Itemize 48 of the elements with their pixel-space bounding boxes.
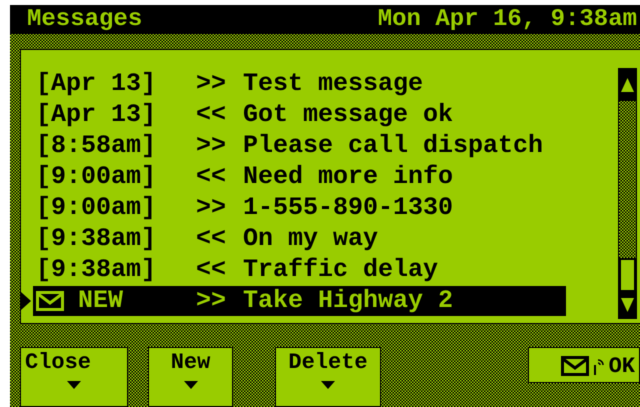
caret-icon bbox=[67, 381, 81, 389]
caret-icon bbox=[321, 381, 335, 389]
message-row[interactable]: [9:38am] << On my way bbox=[33, 224, 566, 254]
scroll-down-icon[interactable] bbox=[621, 298, 634, 312]
signal-icon bbox=[592, 357, 605, 375]
direction-marker: >> bbox=[196, 131, 228, 160]
direction-marker: << bbox=[196, 224, 228, 254]
message-row[interactable]: [Apr 13] << Got message ok bbox=[33, 100, 566, 130]
message-text: Take Highway 2 bbox=[243, 286, 454, 316]
ok-button[interactable]: OK bbox=[528, 347, 640, 383]
message-time: [9:00am] bbox=[36, 162, 156, 192]
direction-marker: >> bbox=[196, 69, 228, 98]
scrollbar[interactable] bbox=[618, 68, 637, 319]
message-text: Traffic delay bbox=[243, 255, 438, 284]
message-row[interactable]: [Apr 13] >> Test message bbox=[33, 68, 566, 99]
message-time: [9:38am] bbox=[36, 255, 156, 284]
window-title: Messages bbox=[27, 6, 142, 34]
message-text: Please call dispatch bbox=[243, 131, 544, 160]
message-time: [9:00am] bbox=[36, 193, 156, 222]
direction-marker: << bbox=[196, 162, 228, 192]
message-row[interactable]: [9:38am] << Traffic delay bbox=[33, 254, 566, 285]
message-row[interactable]: NEW >> Take Highway 2 bbox=[33, 286, 566, 316]
scroll-up-icon[interactable] bbox=[621, 78, 634, 92]
direction-marker: >> bbox=[196, 286, 228, 316]
date-time: Mon Apr 16, 9:38am bbox=[378, 6, 637, 34]
message-text: On my way bbox=[243, 224, 378, 254]
message-time: [8:58am] bbox=[36, 131, 156, 160]
message-time: NEW bbox=[78, 286, 124, 316]
menu-button[interactable]: Close bbox=[20, 347, 128, 407]
direction-marker: << bbox=[196, 255, 228, 284]
message-time: [Apr 13] bbox=[36, 100, 156, 130]
message-time: [Apr 13] bbox=[36, 69, 156, 98]
message-text: 1-555-890-1330 bbox=[243, 193, 454, 222]
message-text: Got message ok bbox=[243, 100, 454, 130]
direction-marker: >> bbox=[196, 193, 228, 222]
envelope-icon bbox=[36, 290, 64, 311]
direction-marker: << bbox=[196, 100, 228, 130]
message-time: [9:38am] bbox=[36, 224, 156, 254]
scroll-thumb[interactable] bbox=[619, 258, 636, 292]
menu-button[interactable]: Delete bbox=[275, 347, 381, 407]
message-text: Test message bbox=[243, 69, 424, 98]
message-text: Need more info bbox=[243, 162, 454, 192]
message-row[interactable]: [9:00am] >> 1-555-890-1330 bbox=[33, 192, 566, 223]
message-row[interactable]: [9:00am] << Need more info bbox=[33, 162, 566, 192]
caret-icon bbox=[184, 381, 198, 389]
envelope-icon bbox=[560, 356, 589, 376]
menu-button[interactable]: New bbox=[148, 347, 233, 407]
message-row[interactable]: [8:58am] >> Please call dispatch bbox=[33, 130, 566, 161]
